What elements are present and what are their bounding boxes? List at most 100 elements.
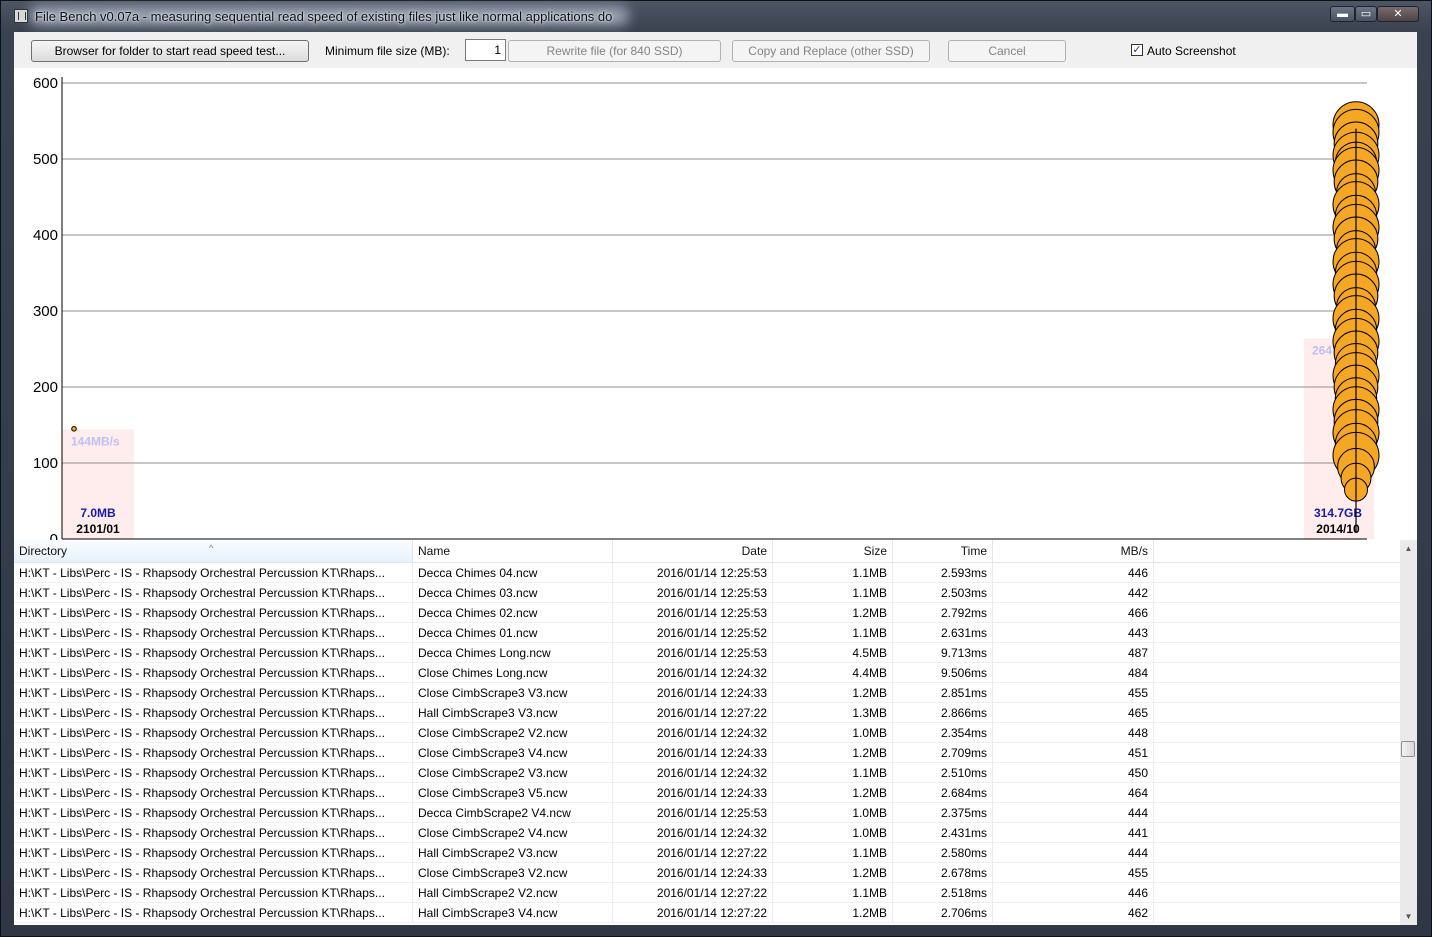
cell-date: 2016/01/14 12:25:53 [613,803,773,823]
cell-filler [1154,863,1400,883]
cell-size: 1.0MB [773,723,893,743]
cell-directory: H:\KT - Libs\Perc - IS - Rhapsody Orches… [14,603,413,623]
cell-time: 2.580ms [893,843,993,863]
copy-and-replace-button[interactable]: Copy and Replace (other SSD) [732,40,930,62]
cell-directory: H:\KT - Libs\Perc - IS - Rhapsody Orches… [14,583,413,603]
cell-mbs: 455 [993,683,1154,703]
cell-mbs: 464 [993,783,1154,803]
table-row[interactable]: H:\KT - Libs\Perc - IS - Rhapsody Orches… [14,663,1400,683]
table-row[interactable]: H:\KT - Libs\Perc - IS - Rhapsody Orches… [14,583,1400,603]
cell-mbs: 443 [993,623,1154,643]
scrollbar-thumb[interactable] [1401,741,1415,757]
results-table: Directory ^ Name Date Size Time MB/s H:\… [14,540,1417,925]
window-title: File Bench v0.07a - measuring sequential… [35,9,613,24]
scroll-up-arrow-icon[interactable]: ▲ [1400,540,1417,557]
cell-mbs: 466 [993,603,1154,623]
table-row[interactable]: H:\KT - Libs\Perc - IS - Rhapsody Orches… [14,563,1400,583]
table-row[interactable]: H:\KT - Libs\Perc - IS - Rhapsody Orches… [14,723,1400,743]
cell-time: 9.713ms [893,643,993,663]
read-speed-chart: 0 100 200 300 400 500 600 144MB/s 7.0MB 2101/01 2… [14,68,1417,540]
cell-name: Close CimbScrape2 V4.ncw [413,823,613,843]
cell-directory: H:\KT - Libs\Perc - IS - Rhapsody Orches… [14,903,413,923]
rewrite-file-button[interactable]: Rewrite file (for 840 SSD) [508,40,721,62]
cell-size: 1.3MB [773,703,893,723]
table-row[interactable]: H:\KT - Libs\Perc - IS - Rhapsody Orches… [14,703,1400,723]
minimize-button[interactable]: ▬ [1330,6,1355,22]
cell-size: 1.2MB [773,863,893,883]
cell-size: 4.5MB [773,643,893,663]
cell-time: 2.631ms [893,623,993,643]
y-tick-label: 400 [33,227,58,244]
cell-size: 1.1MB [773,763,893,783]
cell-date: 2016/01/14 12:27:22 [613,883,773,903]
scroll-down-arrow-icon[interactable]: ▼ [1400,908,1417,925]
cell-directory: H:\KT - Libs\Perc - IS - Rhapsody Orches… [14,563,413,583]
cell-time: 2.678ms [893,863,993,883]
cell-size: 1.2MB [773,603,893,623]
table-row[interactable]: H:\KT - Libs\Perc - IS - Rhapsody Orches… [14,903,1400,923]
cell-name: Hall CimbScrape2 V3.ncw [413,843,613,863]
cell-size: 1.1MB [773,843,893,863]
cell-name: Close CimbScrape3 V5.ncw [413,783,613,803]
cell-filler [1154,643,1400,663]
table-row[interactable]: H:\KT - Libs\Perc - IS - Rhapsody Orches… [14,623,1400,643]
column-header-size[interactable]: Size [773,540,893,562]
maximize-button[interactable]: ▭ [1355,6,1377,22]
cell-size: 1.1MB [773,583,893,603]
cell-name: Decca Chimes 03.ncw [413,583,613,603]
table-row[interactable]: H:\KT - Libs\Perc - IS - Rhapsody Orches… [14,643,1400,663]
table-row[interactable]: H:\KT - Libs\Perc - IS - Rhapsody Orches… [14,863,1400,883]
cell-date: 2016/01/14 12:24:33 [613,683,773,703]
cell-name: Hall CimbScrape3 V3.ncw [413,703,613,723]
cell-filler [1154,703,1400,723]
cell-mbs: 442 [993,583,1154,603]
table-row[interactable]: H:\KT - Libs\Perc - IS - Rhapsody Orches… [14,743,1400,763]
y-tick-label: 0 [50,531,58,540]
cell-name: Close CimbScrape3 V4.ncw [413,743,613,763]
cell-directory: H:\KT - Libs\Perc - IS - Rhapsody Orches… [14,843,413,863]
table-row[interactable]: H:\KT - Libs\Perc - IS - Rhapsody Orches… [14,883,1400,903]
column-header-time[interactable]: Time [893,540,993,562]
cell-size: 1.0MB [773,803,893,823]
table-row[interactable]: H:\KT - Libs\Perc - IS - Rhapsody Orches… [14,843,1400,863]
cell-size: 1.2MB [773,783,893,803]
table-row[interactable]: H:\KT - Libs\Perc - IS - Rhapsody Orches… [14,683,1400,703]
cell-size: 1.1MB [773,883,893,903]
cell-date: 2016/01/14 12:24:33 [613,743,773,763]
cell-mbs: 441 [993,823,1154,843]
app-window: File Bench v0.07a - measuring sequential… [0,0,1432,937]
cell-date: 2016/01/14 12:24:33 [613,783,773,803]
cell-date: 2016/01/14 12:25:53 [613,643,773,663]
column-header-directory[interactable]: Directory ^ [14,540,413,562]
column-header-mbs[interactable]: MB/s [993,540,1154,562]
column-header-date[interactable]: Date [613,540,773,562]
cell-filler [1154,763,1400,783]
cell-size: 1.0MB [773,823,893,843]
cell-mbs: 446 [993,563,1154,583]
min-file-size-input[interactable] [465,39,506,61]
client-area: Browser for folder to start read speed t… [14,32,1417,925]
auto-screenshot-checkbox[interactable]: ✓ [1131,44,1143,56]
table-row[interactable]: H:\KT - Libs\Perc - IS - Rhapsody Orches… [14,823,1400,843]
cell-date: 2016/01/14 12:27:22 [613,843,773,863]
table-row[interactable]: H:\KT - Libs\Perc - IS - Rhapsody Orches… [14,763,1400,783]
close-button[interactable]: ✕ [1377,6,1419,22]
y-tick-label: 200 [33,379,58,396]
sort-ascending-icon: ^ [209,543,214,553]
table-row[interactable]: H:\KT - Libs\Perc - IS - Rhapsody Orches… [14,783,1400,803]
cell-directory: H:\KT - Libs\Perc - IS - Rhapsody Orches… [14,803,413,823]
cell-filler [1154,563,1400,583]
cell-name: Close CimbScrape2 V2.ncw [413,723,613,743]
vertical-scrollbar[interactable]: ▲ ▼ [1400,540,1417,925]
cell-name: Hall CimbScrape2 V2.ncw [413,883,613,903]
table-row[interactable]: H:\KT - Libs\Perc - IS - Rhapsody Orches… [14,803,1400,823]
browse-folder-button[interactable]: Browser for folder to start read speed t… [31,40,309,62]
auto-screenshot-label[interactable]: Auto Screenshot [1147,44,1236,58]
title-bar[interactable]: File Bench v0.07a - measuring sequential… [1,1,1431,31]
speed-annotation: 264 [1312,343,1332,357]
table-row[interactable]: H:\KT - Libs\Perc - IS - Rhapsody Orches… [14,603,1400,623]
column-header-name[interactable]: Name [413,540,613,562]
app-icon[interactable] [14,9,28,23]
cell-mbs: 444 [993,803,1154,823]
cancel-button[interactable]: Cancel [948,40,1066,62]
